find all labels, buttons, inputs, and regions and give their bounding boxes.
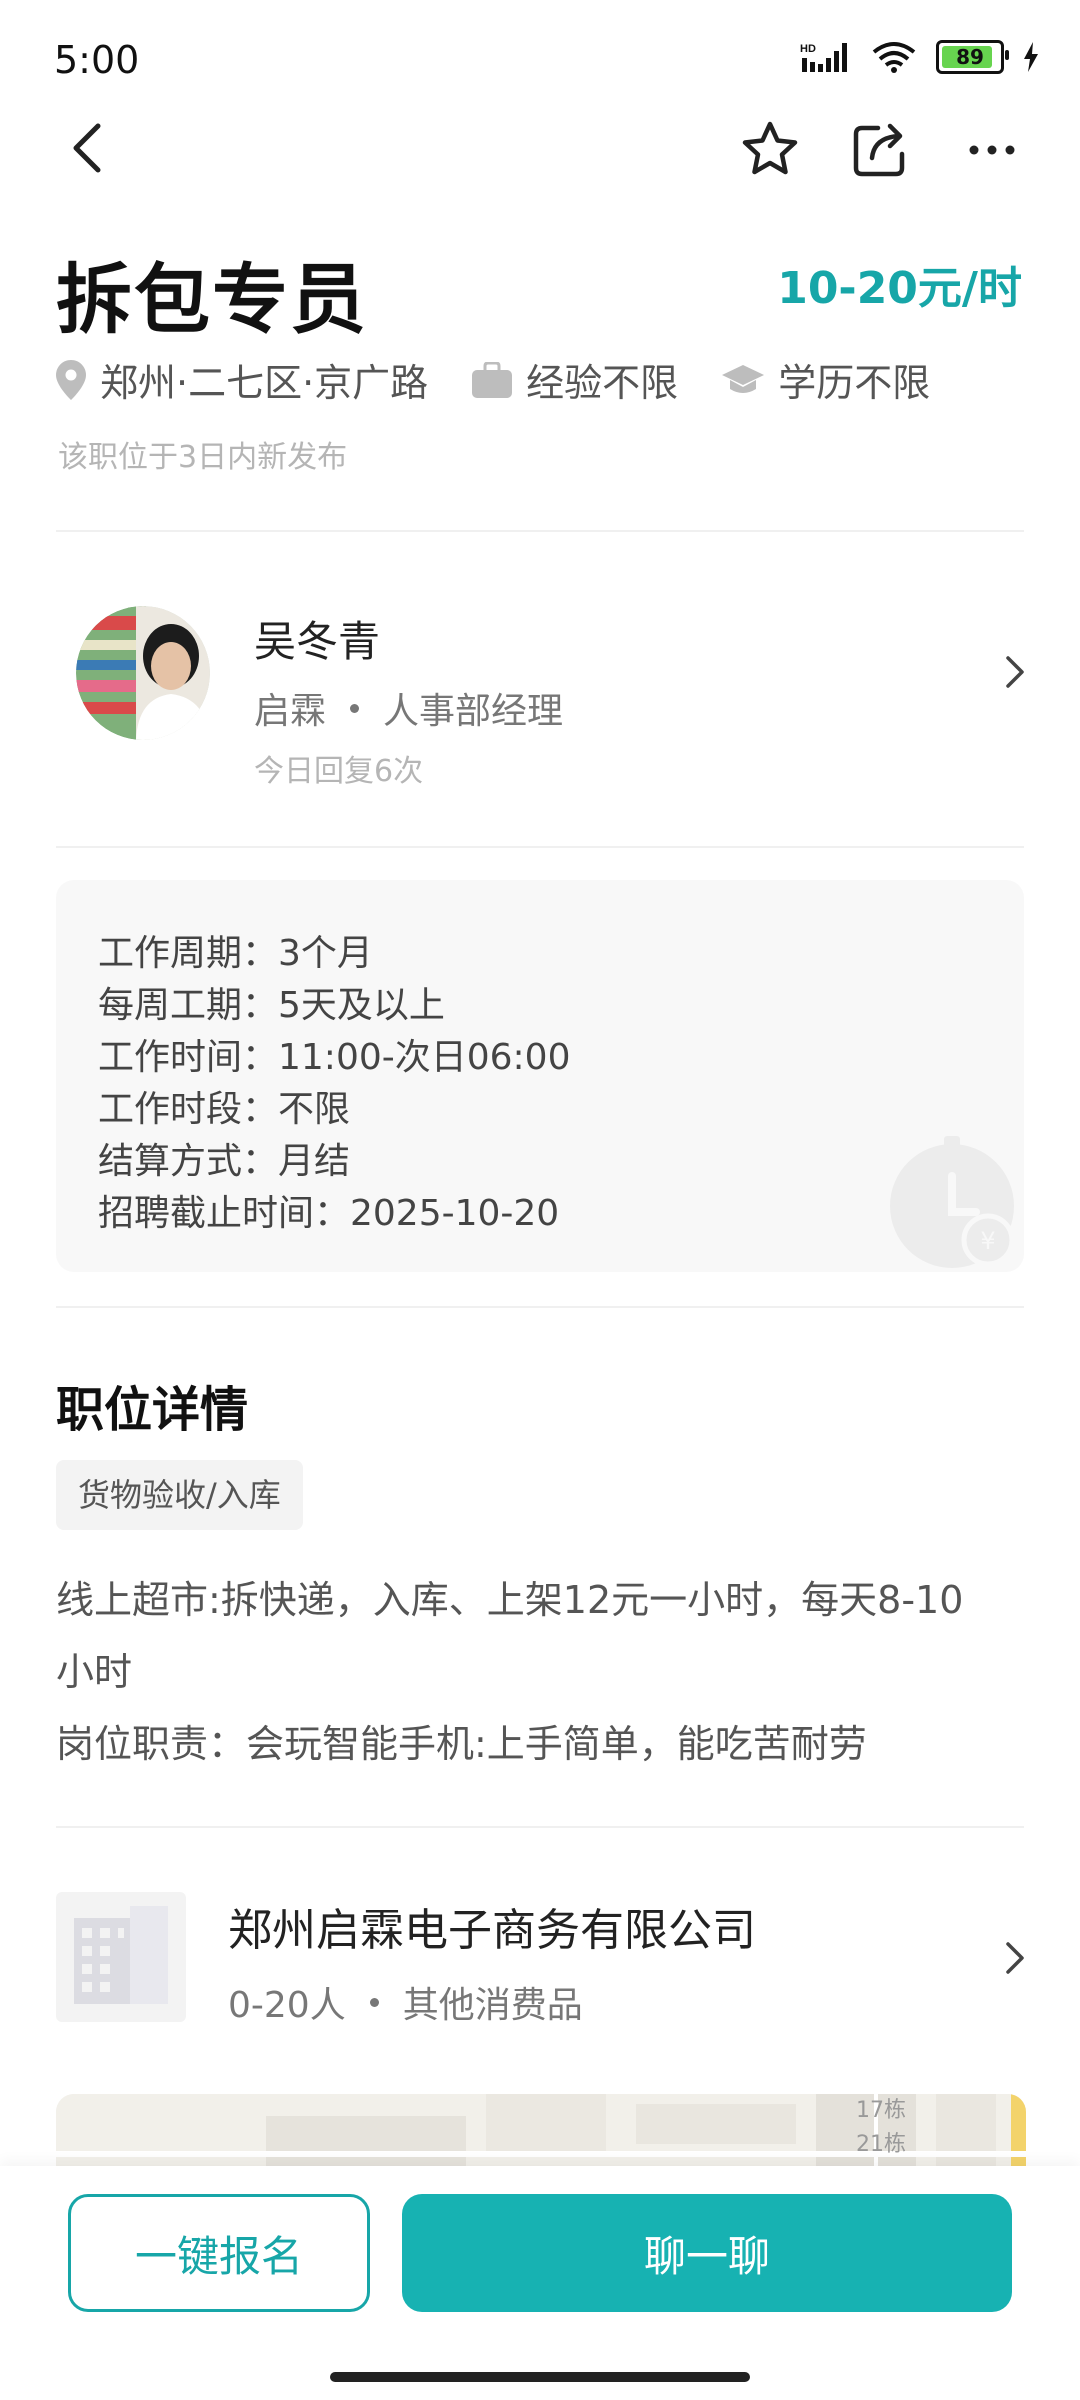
description-line-1: 线上超市:拆快递，入库、上架12元一小时，每天8-10	[56, 1578, 964, 1622]
job-title: 拆包专员	[56, 255, 368, 344]
work-period: 工作周期：3个月	[98, 933, 373, 974]
recruiter-avatar	[76, 606, 210, 740]
map-label-building-17: 17栋	[856, 2098, 906, 2123]
education-item: 学历不限	[722, 352, 930, 407]
recruiter-position: 人事部经理	[383, 691, 564, 732]
company-name: 郑州启霖电子商务有限公司	[228, 1905, 756, 1956]
chevron-right-icon	[1006, 656, 1024, 688]
svg-text:¥: ¥	[980, 1227, 995, 1255]
job-meta: 郑州·二七区·京广路 经验不限 学历不限	[56, 352, 974, 407]
company-size: 0-20人	[228, 1985, 346, 2026]
location-text: 郑州·二七区·京广路	[100, 361, 429, 405]
signal-icon: HD	[800, 43, 847, 72]
work-shift: 工作时段：不限	[98, 1089, 351, 1130]
recruiter-card[interactable]: 吴冬青 启霖 人事部经理 今日回复6次	[0, 570, 1080, 820]
svg-text:HD: HD	[800, 43, 816, 55]
divider	[56, 1306, 1024, 1308]
battery-icon: 89	[936, 40, 1009, 74]
recruiter-subtitle: 启霖 人事部经理	[254, 682, 563, 734]
back-icon[interactable]	[60, 118, 120, 178]
deadline: 招聘截止时间：2025-10-20	[98, 1193, 560, 1234]
details-heading: 职位详情	[56, 1382, 249, 1438]
clock-money-icon: ¥	[890, 1136, 1015, 1268]
location-item: 郑州·二七区·京广路	[56, 352, 428, 407]
experience-item: 经验不限	[472, 352, 678, 407]
recruiter-company: 启霖	[254, 691, 327, 732]
divider	[56, 1826, 1024, 1828]
chevron-right-icon	[1006, 1942, 1024, 1974]
experience-text: 经验不限	[526, 361, 679, 405]
recruiter-reply-count: 今日回复6次	[254, 754, 424, 789]
recruiter-name: 吴冬青	[254, 617, 381, 666]
battery-level: 89	[956, 45, 984, 69]
location-pin-icon	[56, 359, 86, 400]
work-info-card: 工作周期：3个月 每周工期：5天及以上 工作时间：11:00-次日06:00 工…	[56, 880, 1024, 1272]
share-icon[interactable]	[848, 118, 912, 182]
description-line-2: 小时	[56, 1650, 133, 1694]
education-text: 学历不限	[778, 361, 931, 405]
divider	[56, 530, 1024, 532]
favorite-star-icon[interactable]	[738, 118, 802, 182]
description-line-3: 岗位职责：会玩智能手机:上手简单，能吃苦耐劳	[56, 1722, 867, 1766]
settlement-method: 结算方式：月结	[98, 1141, 351, 1182]
company-industry: 其他消费品	[402, 1985, 583, 2026]
work-hours: 工作时间：11:00-次日06:00	[98, 1037, 571, 1078]
company-building-icon	[56, 1892, 186, 2022]
company-card[interactable]: 郑州启霖电子商务有限公司 0-20人 其他消费品	[0, 1870, 1080, 2050]
graduation-cap-icon	[722, 364, 765, 393]
company-subtitle: 0-20人 其他消费品	[228, 1976, 583, 2028]
category-tag: 货物验收/入库	[56, 1460, 303, 1530]
posted-notice: 该职位于3日内新发布	[58, 440, 348, 475]
divider	[56, 846, 1024, 848]
chat-button[interactable]: 聊一聊	[402, 2194, 1012, 2312]
status-icons: HD 89	[800, 40, 1040, 74]
home-indicator[interactable]	[330, 2372, 750, 2382]
map-label-building-21: 21栋	[856, 2132, 906, 2157]
status-time: 5:00	[54, 38, 140, 82]
quick-apply-button[interactable]: 一键报名	[68, 2194, 370, 2312]
briefcase-icon	[472, 361, 513, 398]
job-salary: 10-20元/时	[777, 263, 1022, 314]
more-options-icon[interactable]	[960, 118, 1024, 182]
wifi-icon	[872, 42, 916, 73]
charging-icon	[1024, 42, 1038, 72]
work-days: 每周工期：5天及以上	[98, 985, 445, 1026]
